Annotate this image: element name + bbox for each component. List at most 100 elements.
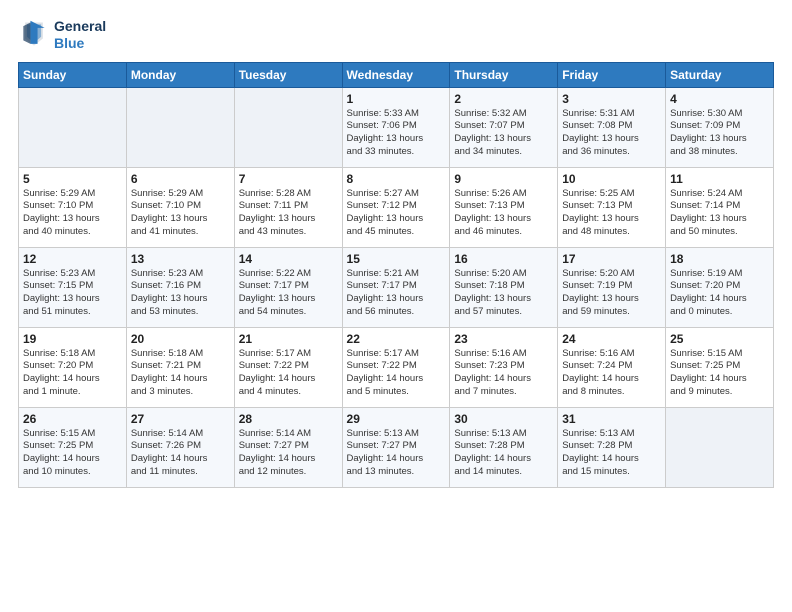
calendar-cell: 8 Sunrise: 5:27 AM Sunset: 7:12 PM Daylig… [342, 167, 450, 247]
day-info: Sunrise: 5:14 AM Sunset: 7:27 PM Dayligh… [239, 428, 338, 479]
page: General Blue SundayMondayTuesdayWednesda… [0, 0, 792, 612]
day-info: Sunrise: 5:26 AM Sunset: 7:13 PM Dayligh… [454, 188, 553, 239]
day-info: Sunrise: 5:29 AM Sunset: 7:10 PM Dayligh… [131, 188, 230, 239]
calendar-cell: 3 Sunrise: 5:31 AM Sunset: 7:08 PM Daylig… [558, 87, 666, 167]
weekday-header-wednesday: Wednesday [342, 62, 450, 87]
day-number: 30 [454, 412, 553, 426]
day-info: Sunrise: 5:24 AM Sunset: 7:14 PM Dayligh… [670, 188, 769, 239]
day-info: Sunrise: 5:13 AM Sunset: 7:28 PM Dayligh… [454, 428, 553, 479]
day-number: 11 [670, 172, 769, 186]
day-info: Sunrise: 5:13 AM Sunset: 7:28 PM Dayligh… [562, 428, 661, 479]
day-info: Sunrise: 5:23 AM Sunset: 7:16 PM Dayligh… [131, 268, 230, 319]
calendar-cell: 22 Sunrise: 5:17 AM Sunset: 7:22 PM Dayli… [342, 327, 450, 407]
calendar-cell [666, 407, 774, 487]
day-info: Sunrise: 5:15 AM Sunset: 7:25 PM Dayligh… [23, 428, 122, 479]
calendar-cell: 26Sunrise: 5:15 AM Sunset: 7:25 PM Dayli… [19, 407, 127, 487]
day-number: 3 [562, 92, 661, 106]
day-number: 28 [239, 412, 338, 426]
calendar-cell: 12 Sunrise: 5:23 AM Sunset: 7:15 PM Dayli… [19, 247, 127, 327]
day-number: 19 [23, 332, 122, 346]
logo-text: General Blue [54, 18, 106, 52]
weekday-header-tuesday: Tuesday [234, 62, 342, 87]
weekday-header-friday: Friday [558, 62, 666, 87]
day-number: 10 [562, 172, 661, 186]
calendar-cell [234, 87, 342, 167]
calendar-cell: 17Sunrise: 5:20 AM Sunset: 7:19 PM Dayli… [558, 247, 666, 327]
day-info: Sunrise: 5:13 AM Sunset: 7:27 PM Dayligh… [347, 428, 446, 479]
day-number: 29 [347, 412, 446, 426]
day-info: Sunrise: 5:30 AM Sunset: 7:09 PM Dayligh… [670, 108, 769, 159]
day-info: Sunrise: 5:16 AM Sunset: 7:23 PM Dayligh… [454, 348, 553, 399]
calendar-cell: 15 Sunrise: 5:21 AM Sunset: 7:17 PM Dayli… [342, 247, 450, 327]
day-number: 7 [239, 172, 338, 186]
weekday-header-sunday: Sunday [19, 62, 127, 87]
calendar-cell: 30 Sunrise: 5:13 AM Sunset: 7:28 PM Dayli… [450, 407, 558, 487]
day-info: Sunrise: 5:27 AM Sunset: 7:12 PM Dayligh… [347, 188, 446, 239]
day-number: 6 [131, 172, 230, 186]
calendar-cell: 4 Sunrise: 5:30 AM Sunset: 7:09 PM Daylig… [666, 87, 774, 167]
day-info: Sunrise: 5:25 AM Sunset: 7:13 PM Dayligh… [562, 188, 661, 239]
week-row-5: 26Sunrise: 5:15 AM Sunset: 7:25 PM Dayli… [19, 407, 774, 487]
day-number: 15 [347, 252, 446, 266]
calendar-cell: 24 Sunrise: 5:16 AM Sunset: 7:24 PM Dayli… [558, 327, 666, 407]
calendar-cell: 25Sunrise: 5:15 AM Sunset: 7:25 PM Dayli… [666, 327, 774, 407]
weekday-header-row: SundayMondayTuesdayWednesdayThursdayFrid… [19, 62, 774, 87]
calendar: SundayMondayTuesdayWednesdayThursdayFrid… [18, 62, 774, 488]
calendar-cell: 29 Sunrise: 5:13 AM Sunset: 7:27 PM Dayli… [342, 407, 450, 487]
day-info: Sunrise: 5:29 AM Sunset: 7:10 PM Dayligh… [23, 188, 122, 239]
calendar-cell: 23 Sunrise: 5:16 AM Sunset: 7:23 PM Dayli… [450, 327, 558, 407]
calendar-cell [19, 87, 127, 167]
day-number: 4 [670, 92, 769, 106]
day-info: Sunrise: 5:21 AM Sunset: 7:17 PM Dayligh… [347, 268, 446, 319]
day-info: Sunrise: 5:32 AM Sunset: 7:07 PM Dayligh… [454, 108, 553, 159]
day-info: Sunrise: 5:16 AM Sunset: 7:24 PM Dayligh… [562, 348, 661, 399]
day-number: 21 [239, 332, 338, 346]
weekday-header-saturday: Saturday [666, 62, 774, 87]
weekday-header-monday: Monday [126, 62, 234, 87]
calendar-cell: 11 Sunrise: 5:24 AM Sunset: 7:14 PM Dayli… [666, 167, 774, 247]
calendar-cell: 16Sunrise: 5:20 AM Sunset: 7:18 PM Dayli… [450, 247, 558, 327]
calendar-cell: 5Sunrise: 5:29 AM Sunset: 7:10 PM Daylig… [19, 167, 127, 247]
day-info: Sunrise: 5:14 AM Sunset: 7:26 PM Dayligh… [131, 428, 230, 479]
day-info: Sunrise: 5:17 AM Sunset: 7:22 PM Dayligh… [347, 348, 446, 399]
day-info: Sunrise: 5:18 AM Sunset: 7:20 PM Dayligh… [23, 348, 122, 399]
calendar-cell: 2 Sunrise: 5:32 AM Sunset: 7:07 PM Daylig… [450, 87, 558, 167]
day-number: 22 [347, 332, 446, 346]
day-info: Sunrise: 5:33 AM Sunset: 7:06 PM Dayligh… [347, 108, 446, 159]
day-number: 12 [23, 252, 122, 266]
week-row-1: 1Sunrise: 5:33 AM Sunset: 7:06 PM Daylig… [19, 87, 774, 167]
day-number: 23 [454, 332, 553, 346]
week-row-3: 12 Sunrise: 5:23 AM Sunset: 7:15 PM Dayli… [19, 247, 774, 327]
day-info: Sunrise: 5:31 AM Sunset: 7:08 PM Dayligh… [562, 108, 661, 159]
day-info: Sunrise: 5:22 AM Sunset: 7:17 PM Dayligh… [239, 268, 338, 319]
week-row-2: 5Sunrise: 5:29 AM Sunset: 7:10 PM Daylig… [19, 167, 774, 247]
day-info: Sunrise: 5:15 AM Sunset: 7:25 PM Dayligh… [670, 348, 769, 399]
calendar-cell: 31 Sunrise: 5:13 AM Sunset: 7:28 PM Dayli… [558, 407, 666, 487]
day-number: 27 [131, 412, 230, 426]
calendar-cell: 7 Sunrise: 5:28 AM Sunset: 7:11 PM Daylig… [234, 167, 342, 247]
calendar-cell: 6 Sunrise: 5:29 AM Sunset: 7:10 PM Daylig… [126, 167, 234, 247]
calendar-cell: 1Sunrise: 5:33 AM Sunset: 7:06 PM Daylig… [342, 87, 450, 167]
day-info: Sunrise: 5:17 AM Sunset: 7:22 PM Dayligh… [239, 348, 338, 399]
calendar-cell: 18 Sunrise: 5:19 AM Sunset: 7:20 PM Dayli… [666, 247, 774, 327]
day-info: Sunrise: 5:18 AM Sunset: 7:21 PM Dayligh… [131, 348, 230, 399]
calendar-cell: 28 Sunrise: 5:14 AM Sunset: 7:27 PM Dayli… [234, 407, 342, 487]
logo-icon [18, 19, 50, 51]
calendar-cell: 14Sunrise: 5:22 AM Sunset: 7:17 PM Dayli… [234, 247, 342, 327]
calendar-cell: 20Sunrise: 5:18 AM Sunset: 7:21 PM Dayli… [126, 327, 234, 407]
day-info: Sunrise: 5:20 AM Sunset: 7:18 PM Dayligh… [454, 268, 553, 319]
weekday-header-thursday: Thursday [450, 62, 558, 87]
day-number: 2 [454, 92, 553, 106]
calendar-cell [126, 87, 234, 167]
day-info: Sunrise: 5:28 AM Sunset: 7:11 PM Dayligh… [239, 188, 338, 239]
header: General Blue [18, 18, 774, 52]
day-number: 18 [670, 252, 769, 266]
day-info: Sunrise: 5:23 AM Sunset: 7:15 PM Dayligh… [23, 268, 122, 319]
calendar-cell: 27 Sunrise: 5:14 AM Sunset: 7:26 PM Dayli… [126, 407, 234, 487]
day-number: 31 [562, 412, 661, 426]
day-number: 9 [454, 172, 553, 186]
day-info: Sunrise: 5:19 AM Sunset: 7:20 PM Dayligh… [670, 268, 769, 319]
day-number: 8 [347, 172, 446, 186]
calendar-cell: 19 Sunrise: 5:18 AM Sunset: 7:20 PM Dayli… [19, 327, 127, 407]
day-number: 24 [562, 332, 661, 346]
